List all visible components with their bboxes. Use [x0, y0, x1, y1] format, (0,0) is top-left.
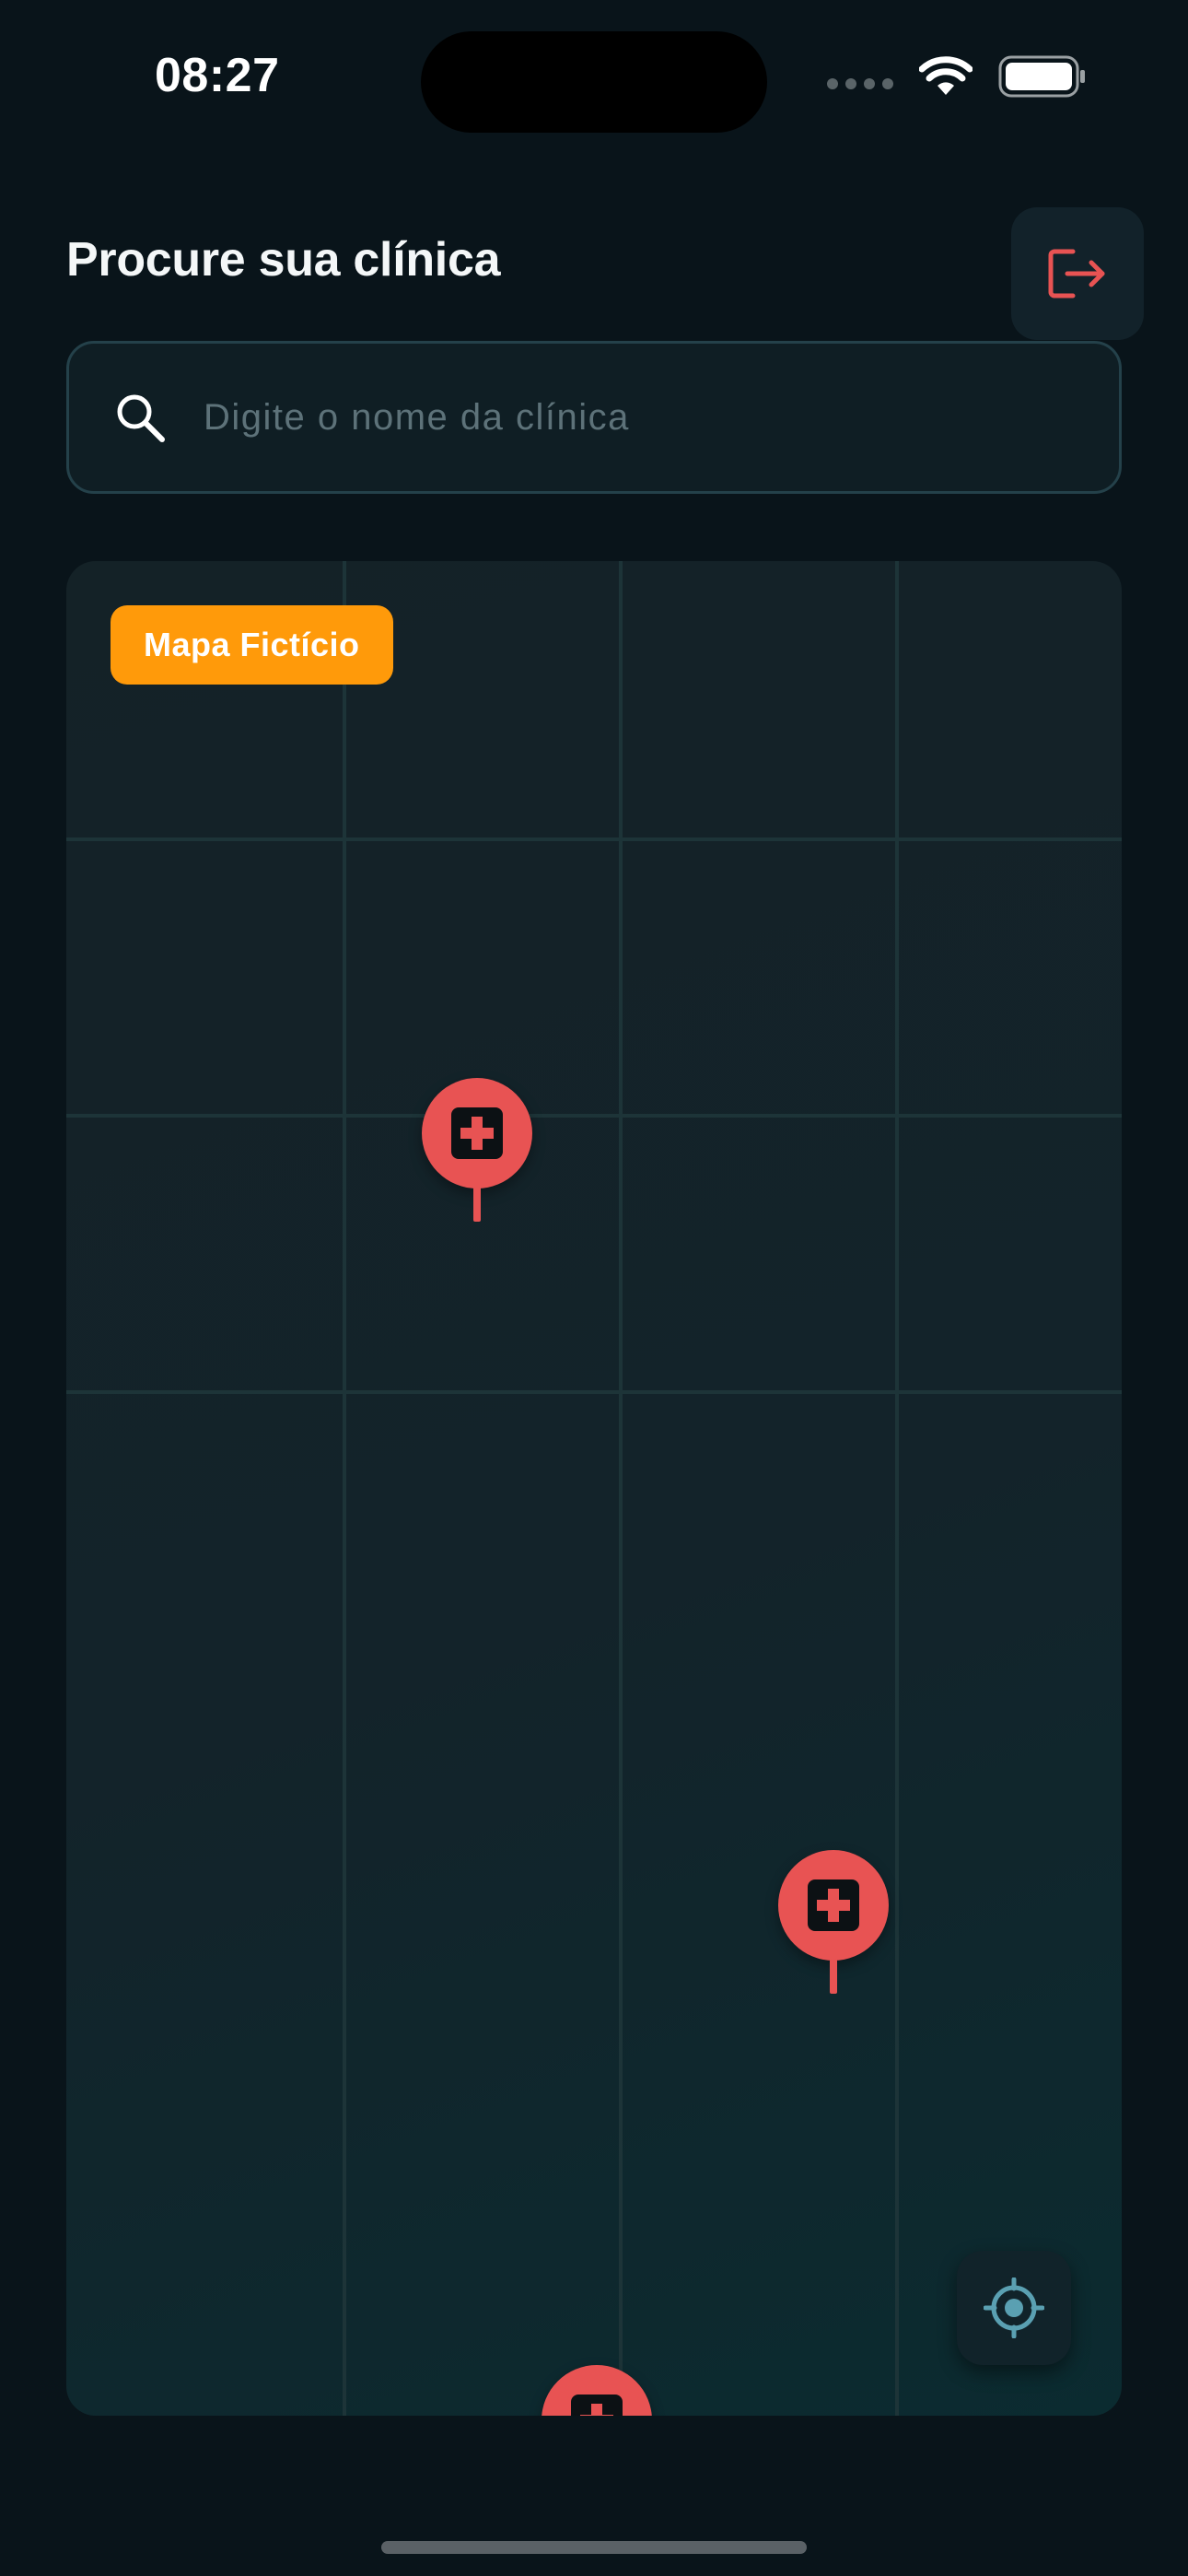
- dynamic-island: [421, 31, 767, 133]
- clinic-pin[interactable]: [778, 1850, 889, 1994]
- status-time: 08:27: [155, 49, 280, 102]
- wifi-icon: [919, 56, 973, 95]
- search-input[interactable]: [204, 344, 1119, 491]
- map-view[interactable]: Mapa Fictício: [66, 561, 1122, 2416]
- clinic-pin[interactable]: [542, 2365, 652, 2416]
- map-grid-line: [66, 837, 1122, 841]
- logout-button[interactable]: [1011, 207, 1144, 340]
- map-grid-line: [66, 1390, 1122, 1394]
- crosshair-icon: [984, 2277, 1044, 2338]
- pin-stem: [830, 1959, 837, 1994]
- app-screen: 08:27 Procure sua clínica Digite o nome …: [0, 0, 1188, 2576]
- status-icons: [827, 55, 1087, 98]
- page-title: Procure sua clínica: [66, 233, 501, 287]
- search-icon: [108, 385, 172, 450]
- battery-icon: [998, 55, 1085, 98]
- medical-cross-icon: [451, 1107, 503, 1159]
- search-box[interactable]: [66, 341, 1122, 494]
- pin-head: [542, 2365, 652, 2416]
- logout-icon: [1048, 249, 1105, 299]
- home-indicator[interactable]: [381, 2541, 807, 2554]
- pin-head: [778, 1850, 889, 1961]
- medical-cross-icon: [571, 2395, 623, 2416]
- clinic-pin[interactable]: [422, 1078, 532, 1222]
- pin-stem: [473, 1187, 481, 1222]
- pin-head: [422, 1078, 532, 1188]
- map-badge: Mapa Fictício: [111, 605, 393, 685]
- locate-me-button[interactable]: [957, 2251, 1071, 2365]
- signal-dots-icon: [827, 78, 893, 89]
- map-grid-line: [66, 1114, 1122, 1118]
- medical-cross-icon: [808, 1879, 859, 1931]
